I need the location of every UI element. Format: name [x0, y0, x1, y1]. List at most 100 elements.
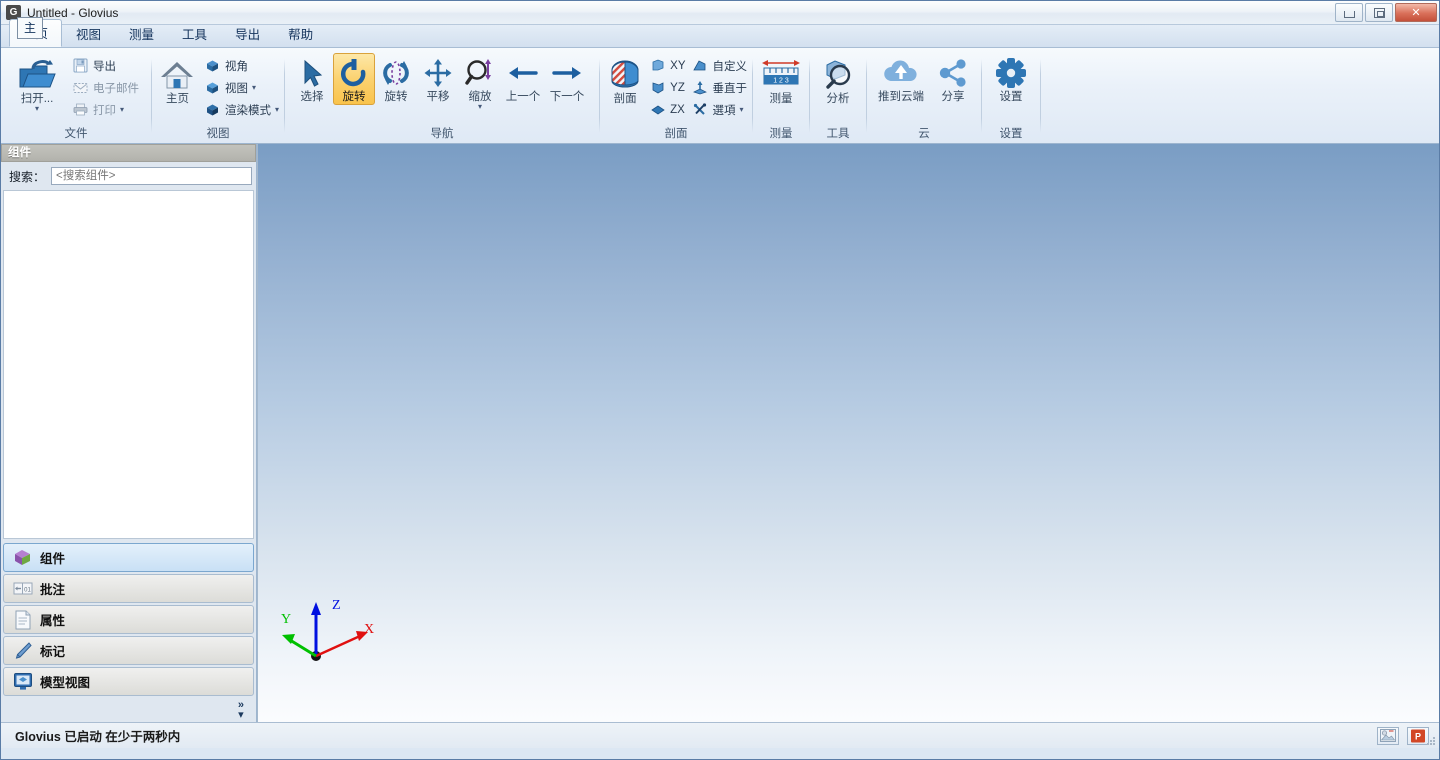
- open-button[interactable]: 扫开... ▾: [9, 53, 65, 113]
- section-button-label: 剖面: [613, 93, 637, 105]
- print-command[interactable]: 打印 ▾: [69, 99, 142, 120]
- status-icons: P: [1377, 726, 1429, 745]
- section-options-label: 選項: [712, 104, 736, 117]
- next-view-label: 下一个: [549, 91, 585, 103]
- axis-x-label: X: [364, 622, 374, 637]
- share-icon: [939, 59, 966, 87]
- axis-triad: Z Y X: [264, 589, 384, 674]
- annotation-icon: 01: [12, 579, 34, 599]
- share-button[interactable]: 分享: [930, 53, 976, 105]
- tab-measure[interactable]: 测量: [115, 20, 168, 47]
- push-to-cloud-button[interactable]: 推到云端: [872, 53, 930, 105]
- search-label: 搜索：: [9, 169, 46, 184]
- status-bar: Glovius 已启动 在少于两秒内 P: [1, 722, 1439, 748]
- tab-tools[interactable]: 工具: [168, 20, 221, 47]
- render-mode-command[interactable]: 渲染模式 ▾: [201, 99, 282, 120]
- axis-z-label: Z: [332, 598, 341, 613]
- resize-grip-icon[interactable]: [1425, 735, 1437, 747]
- arrow-right-icon: [552, 67, 581, 79]
- cursor-arrow-icon: [304, 59, 323, 87]
- ribbon-toolbar: 扫开... ▾ 导出 电子邮件 打印 ▾ 文件 主页 视角 视图 ▾ 渲染模式 …: [1, 48, 1439, 144]
- pan-tool-label: 平移: [426, 91, 450, 103]
- section-yz-command[interactable]: YZ: [646, 77, 688, 98]
- section-perpendicular-command[interactable]: 垂直于: [689, 77, 751, 98]
- expand-chevron-icon[interactable]: » ▾: [237, 699, 244, 721]
- sidebar-item-properties-label: 属性: [40, 614, 66, 628]
- section-option-commands: 自定义 垂直于 選項 ▾: [689, 53, 751, 120]
- sidebar-item-annotations[interactable]: 01 批注: [3, 574, 254, 603]
- settings-button-label: 设置: [999, 91, 1023, 103]
- ribbon-group-measure-label: 测量: [769, 128, 793, 140]
- plane-xy-icon: [649, 58, 666, 74]
- section-custom-command[interactable]: 自定义: [689, 55, 751, 76]
- ribbon-separator-1: [151, 58, 152, 133]
- home-view-button[interactable]: 主页: [156, 53, 199, 107]
- sidebar-item-markup[interactable]: 标记: [3, 636, 254, 665]
- properties-document-icon: [12, 610, 34, 630]
- ribbon-separator-8: [1040, 58, 1041, 133]
- section-button[interactable]: 剖面: [604, 53, 646, 107]
- ribbon-group-measure: 1 2 3 测量 测量: [755, 48, 807, 144]
- ribbon-separator-5: [809, 58, 810, 133]
- file-small-commands: 导出 电子邮件 打印 ▾: [69, 53, 142, 120]
- export-command-label: 导出: [93, 60, 116, 73]
- share-button-label: 分享: [941, 91, 965, 103]
- panel-header: 组件: [1, 144, 256, 162]
- print-command-label: 打印: [93, 104, 116, 117]
- sidebar-item-model-views[interactable]: 模型视图: [3, 667, 254, 696]
- 3d-viewport[interactable]: Z Y X: [257, 144, 1439, 722]
- close-button[interactable]: ✕: [1395, 3, 1437, 22]
- sidebar-item-properties[interactable]: 属性: [3, 605, 254, 634]
- next-view-button[interactable]: 下一个: [545, 53, 589, 105]
- previous-view-button[interactable]: 上一个: [501, 53, 545, 105]
- ribbon-group-cloud-label: 云: [918, 128, 930, 140]
- minimize-button[interactable]: [1335, 3, 1363, 22]
- email-command[interactable]: 电子邮件: [69, 77, 142, 98]
- section-zx-label: ZX: [670, 103, 685, 116]
- tab-view[interactable]: 视图: [62, 20, 115, 47]
- ribbon-group-cloud: 推到云端 分享 云: [869, 48, 979, 144]
- rotate-tool-button[interactable]: 旋转: [333, 53, 375, 105]
- settings-button[interactable]: 设置: [984, 53, 1038, 105]
- export-command[interactable]: 导出: [69, 55, 142, 76]
- ribbon-separator-7: [981, 58, 982, 133]
- screen-capture-icon[interactable]: [1377, 726, 1399, 745]
- tab-help[interactable]: 帮助: [274, 20, 327, 47]
- zoom-icon: [465, 59, 491, 85]
- section-zx-command[interactable]: ZX: [646, 99, 688, 120]
- minimize-icon: [1343, 11, 1355, 18]
- view-command[interactable]: 视图 ▾: [201, 77, 282, 98]
- zoom-tool-caret-icon: ▾: [477, 102, 482, 111]
- section-perpendicular-label: 垂直于: [712, 82, 748, 95]
- section-xy-command[interactable]: XY: [646, 55, 688, 76]
- panel-footer: » ▾: [1, 698, 256, 722]
- viewpoint-cube-icon: [204, 58, 221, 74]
- search-input[interactable]: [51, 167, 252, 185]
- tab-export[interactable]: 导出: [221, 20, 274, 47]
- ribbon-group-navigation: 选择 旋转 旋转 平移 缩放 ▾ 上一个 下一个 导航: [287, 48, 597, 144]
- render-mode-caret-icon: ▾: [274, 105, 279, 114]
- email-command-label: 电子邮件: [93, 82, 139, 95]
- ribbon-group-file-label: 文件: [64, 128, 88, 140]
- maximize-button[interactable]: [1365, 3, 1393, 22]
- component-tree[interactable]: [3, 190, 254, 539]
- analyze-button[interactable]: 分析: [812, 53, 864, 107]
- maximize-icon: [1373, 7, 1385, 18]
- viewpoint-command[interactable]: 视角: [201, 55, 282, 76]
- sidebar-item-components[interactable]: 组件: [3, 543, 254, 572]
- plane-yz-icon: [649, 80, 666, 96]
- measure-button[interactable]: 1 2 3 测量: [755, 53, 807, 107]
- ribbon-separator-6: [866, 58, 867, 133]
- print-icon: [72, 102, 89, 118]
- select-tool-button[interactable]: 选择: [291, 53, 333, 105]
- zoom-tool-button[interactable]: 缩放 ▾: [459, 53, 501, 111]
- section-options-command[interactable]: 選項 ▾: [689, 99, 751, 120]
- analyze-magnifier-icon: [826, 60, 851, 89]
- print-caret-icon: ▾: [120, 105, 125, 114]
- ruler-measure-icon: 1 2 3: [762, 60, 800, 85]
- pan-tool-button[interactable]: 平移: [417, 53, 459, 105]
- expand-chevron-label: »: [237, 699, 244, 711]
- spin-tool-button[interactable]: 旋转: [375, 53, 417, 105]
- arrow-left-icon: [509, 67, 538, 79]
- ribbon-group-section-label: 剖面: [664, 128, 688, 140]
